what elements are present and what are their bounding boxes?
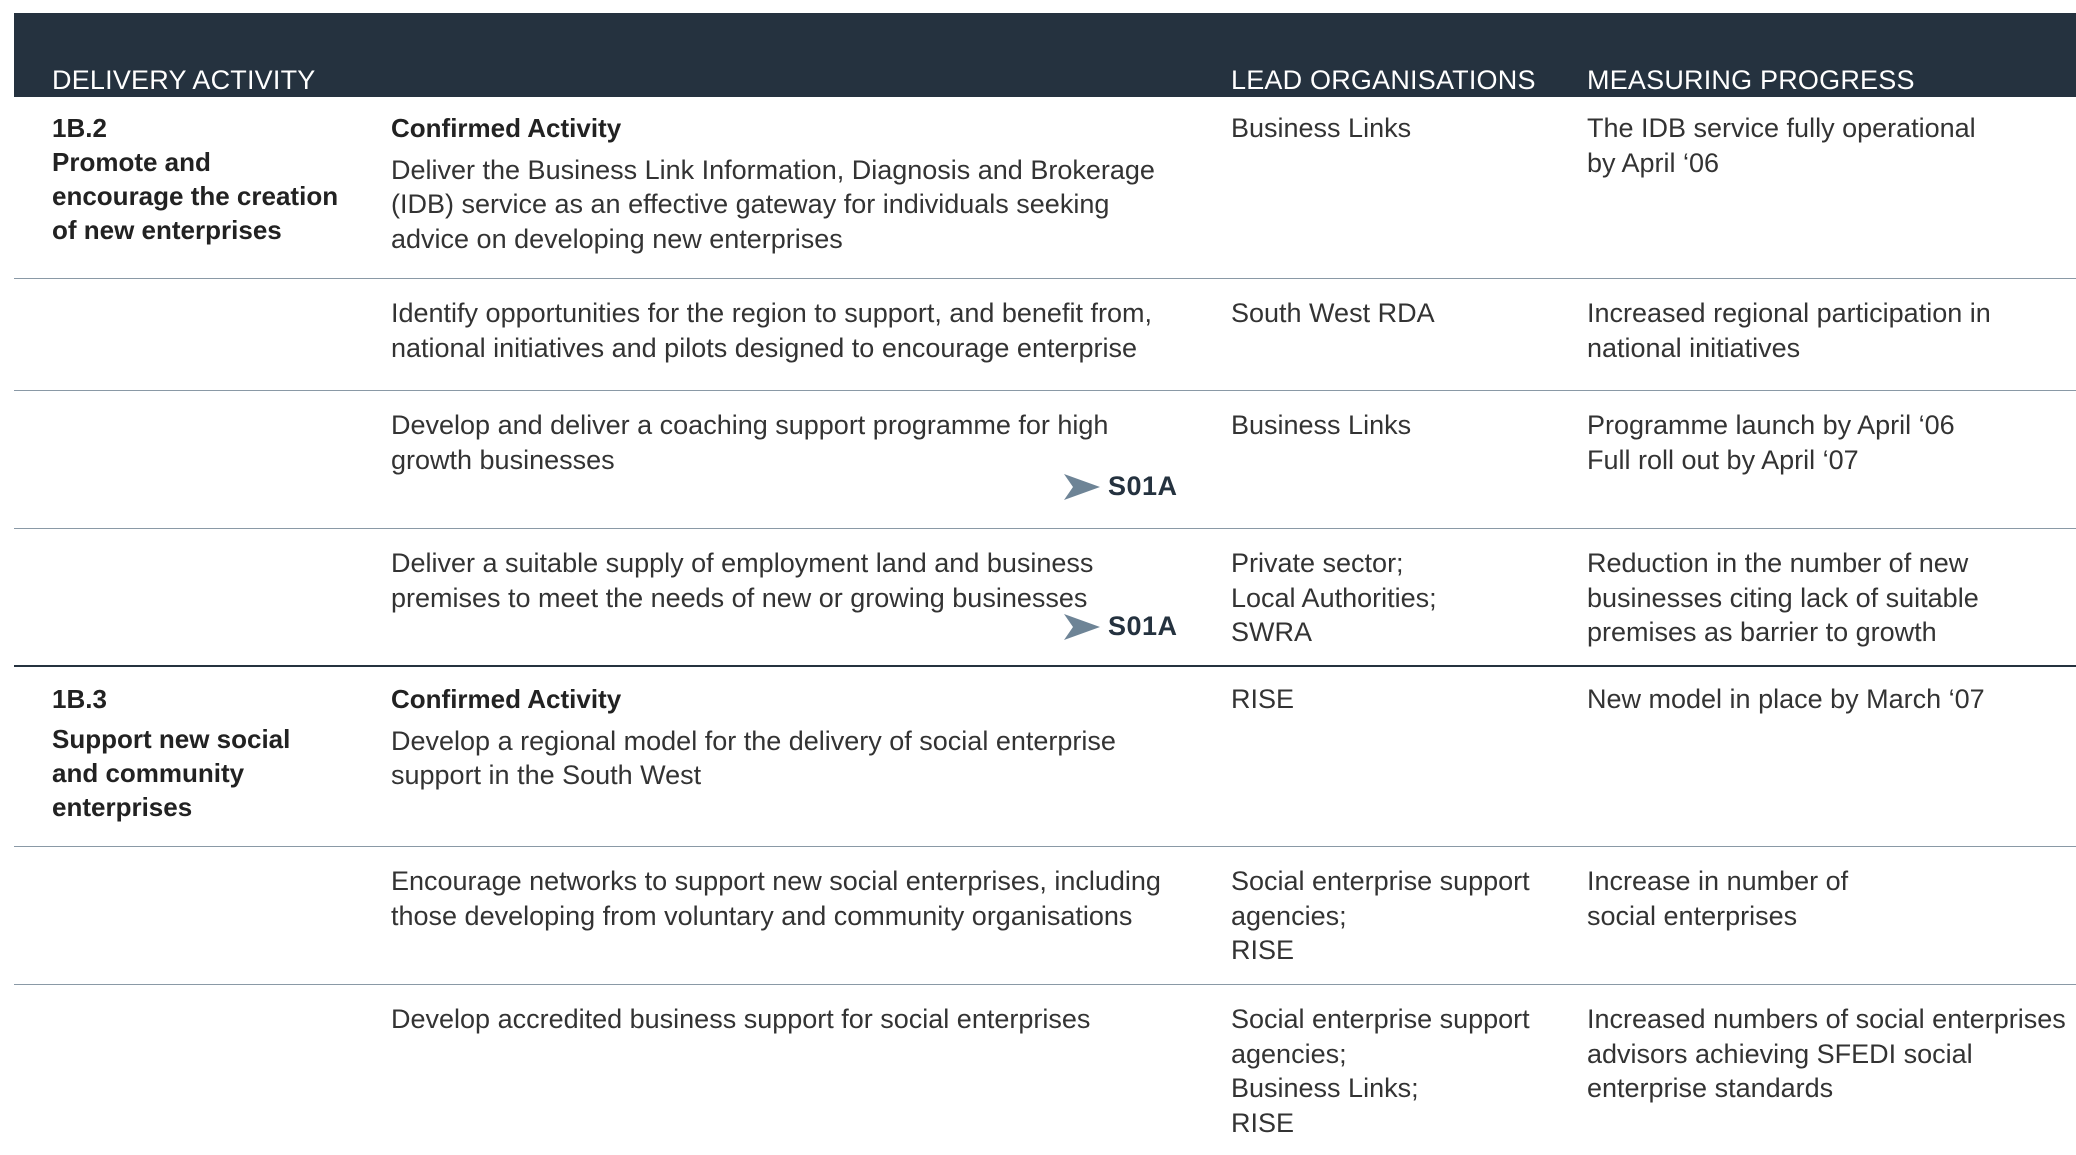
objective-code-block: 1B.2 Promote and encourage the creation … [52, 111, 352, 247]
lead-organisation: agencies; [1231, 900, 1347, 931]
lead-organisation: Business Links; [1231, 1073, 1419, 1103]
measure-text-line: premises as barrier to growth [1587, 617, 1937, 647]
lead-organisation: Business Links [1231, 113, 1412, 143]
measure-cell: Increased numbers of social enterprises … [1587, 1002, 2076, 1106]
objective-title-line: of new enterprises [52, 215, 282, 245]
lead-cell: RISE [1231, 682, 1551, 717]
lead-cell: Social enterprise support agencies; Busi… [1231, 1002, 1551, 1140]
measure-text-line: Increased regional participation in [1587, 298, 1991, 328]
measure-text-line: businesses citing lack of suitable [1587, 582, 1979, 613]
arrow-right-icon [1064, 613, 1100, 640]
measure-text-line: The IDB service fully operational [1587, 113, 1976, 143]
lead-organisation: RISE [1231, 935, 1295, 965]
measure-text-line: Increase in number of [1587, 866, 1849, 896]
measure-cell: The IDB service fully operational by Apr… [1587, 111, 2076, 180]
lead-organisation: agencies; [1231, 1038, 1347, 1069]
measure-text-line: social enterprises [1587, 900, 1798, 931]
lead-organisation: Social enterprise support [1231, 866, 1530, 896]
activity-text-line: support in the South West [391, 760, 702, 790]
lead-organisation: RISE [1231, 1107, 1295, 1138]
activity-cell: Develop and deliver a coaching support p… [391, 408, 1206, 477]
lead-cell: Business Links [1231, 111, 1551, 146]
lead-organisation: Social enterprise support [1231, 1004, 1530, 1034]
activity-text-line: Encourage networks to support new social… [391, 866, 1161, 896]
lead-cell: South West RDA [1231, 296, 1551, 331]
measure-cell: Increased regional participation in nati… [1587, 296, 2076, 365]
objective-title-line: enterprises [52, 792, 193, 822]
activity-text-line: national initiatives and pilots designed… [391, 332, 1137, 363]
table-row: Deliver a suitable supply of employment … [14, 529, 2076, 667]
table-row: 1B.3 Support new social and community en… [14, 667, 2076, 847]
activity-text-line: Deliver a suitable supply of employment … [391, 548, 1094, 578]
table-header: DELIVERY ACTIVITY LEAD ORGANISATIONS MEA… [14, 13, 2076, 97]
objective-title-line: and community [52, 758, 245, 788]
objective-title-line: Support new social [52, 724, 291, 754]
activity-text-line: advice on developing new enterprises [391, 223, 843, 254]
tag-label: S01A [1108, 471, 1178, 501]
activity-cell: Identify opportunities for the region to… [391, 296, 1206, 365]
header-delivery-activity: DELIVERY ACTIVITY [52, 65, 316, 95]
activity-text-line: Develop a regional model for the deliver… [391, 725, 1116, 756]
tag-label: S01A [1108, 611, 1178, 641]
objective-title-line: encourage the creation [52, 181, 339, 211]
table-row: 1B.2 Promote and encourage the creation … [14, 97, 2076, 279]
activity-text-line: premises to meet the needs of new or gro… [391, 582, 1088, 613]
measure-text-line: advisors achieving SFEDI social [1587, 1038, 1973, 1069]
activity-cell: Encourage networks to support new social… [391, 864, 1206, 933]
activity-text-line: Deliver the Business Link Information, D… [391, 154, 1155, 185]
objective-code-block: 1B.3 Support new social and community en… [52, 682, 352, 824]
lead-cell: Social enterprise support agencies; RISE [1231, 864, 1551, 968]
activity-text-line: Identify opportunities for the region to… [391, 298, 1152, 328]
activity-cell: Confirmed Activity Develop a regional mo… [391, 682, 1206, 793]
measure-text-line: Full roll out by April ‘07 [1587, 444, 1859, 475]
measure-text-line: by April ‘06 [1587, 147, 1720, 178]
activity-cell: Deliver a suitable supply of employment … [391, 546, 1206, 615]
activity-text-line: Develop accredited business support for … [391, 1004, 1091, 1034]
confirmed-activity-label: Confirmed Activity [391, 684, 622, 714]
arrow-right-icon [1064, 473, 1100, 500]
measure-cell: Increase in number of social enterprises [1587, 864, 2076, 933]
activity-text-line: (IDB) service as an effective gateway fo… [391, 189, 1110, 219]
header-lead-organisations: LEAD ORGANISATIONS [1231, 65, 1536, 95]
lead-cell: Private sector; Local Authorities; SWRA [1231, 546, 1551, 650]
lead-organisation: Business Links [1231, 410, 1412, 440]
lead-organisation: RISE [1231, 684, 1295, 714]
lead-organisation: Local Authorities; [1231, 582, 1437, 613]
header-measuring-progress: MEASURING PROGRESS [1587, 65, 1915, 95]
lead-organisation: South West RDA [1231, 298, 1435, 328]
measure-text-line: Increased numbers of social enterprises [1587, 1004, 2066, 1034]
activity-text-line: those developing from voluntary and comm… [391, 900, 1133, 931]
table-row: Encourage networks to support new social… [14, 847, 2076, 985]
measure-cell: New model in place by March ‘07 [1587, 682, 2076, 717]
lead-organisation: SWRA [1231, 617, 1312, 647]
activity-cell: Confirmed Activity Deliver the Business … [391, 111, 1206, 256]
activity-cell: Develop accredited business support for … [391, 1002, 1206, 1037]
measure-text-line: enterprise standards [1587, 1073, 1834, 1103]
activity-text-line: Develop and deliver a coaching support p… [391, 410, 1109, 440]
lead-organisation: Private sector; [1231, 548, 1404, 578]
objective-title-line: Promote and [52, 147, 211, 177]
measure-text-line: New model in place by March ‘07 [1587, 684, 1985, 714]
table-row: Develop and deliver a coaching support p… [14, 391, 2076, 529]
measure-cell: Reduction in the number of new businesse… [1587, 546, 2076, 650]
lead-cell: Business Links [1231, 408, 1551, 443]
measure-text-line: Programme launch by April ‘06 [1587, 410, 1955, 440]
delivery-table: DELIVERY ACTIVITY LEAD ORGANISATIONS MEA… [14, 13, 2076, 1155]
objective-code: 1B.2 [52, 113, 107, 143]
measure-cell: Programme launch by April ‘06 Full roll … [1587, 408, 2076, 477]
objective-code: 1B.3 [52, 684, 107, 714]
confirmed-activity-label: Confirmed Activity [391, 113, 622, 143]
measure-text-line: Reduction in the number of new [1587, 548, 1969, 578]
table-row: Identify opportunities for the region to… [14, 279, 2076, 391]
table-row: Develop accredited business support for … [14, 985, 2076, 1155]
measure-text-line: national initiatives [1587, 332, 1801, 363]
